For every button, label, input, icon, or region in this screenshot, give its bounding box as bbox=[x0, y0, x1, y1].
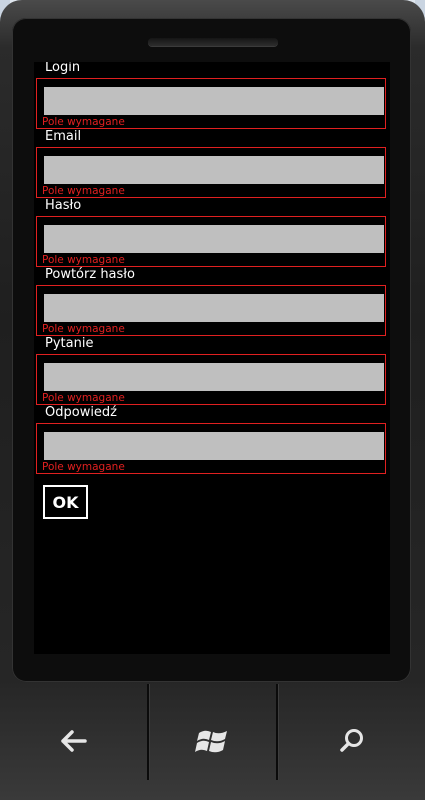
hardware-button-bar bbox=[0, 682, 425, 800]
field-label-repeat-password: Powtórz hasło bbox=[45, 267, 135, 282]
form-group-email: Email Pole wymagane bbox=[34, 129, 390, 201]
form-group-repeat-password: Powtórz hasło Pole wymagane bbox=[34, 267, 390, 339]
field-validation-border: Pole wymagane bbox=[36, 78, 386, 129]
security-answer-input[interactable] bbox=[44, 432, 384, 460]
form-group-answer: Odpowiedź Pole wymagane bbox=[34, 405, 390, 477]
validation-error-answer: Pole wymagane bbox=[42, 461, 125, 473]
validation-error-email: Pole wymagane bbox=[42, 185, 125, 197]
repeat-password-input[interactable] bbox=[44, 294, 384, 322]
validation-error-repeat-password: Pole wymagane bbox=[42, 323, 125, 335]
phone-emulator: Login Pole wymagane Email Pole wymagane … bbox=[0, 0, 425, 800]
speaker-grille bbox=[148, 38, 278, 46]
field-label-email: Email bbox=[45, 129, 82, 144]
login-input[interactable] bbox=[44, 87, 384, 115]
email-input[interactable] bbox=[44, 156, 384, 184]
field-validation-border: Pole wymagane bbox=[36, 216, 386, 267]
security-question-input[interactable] bbox=[44, 363, 384, 391]
ok-button[interactable]: OK bbox=[43, 485, 88, 519]
back-button[interactable] bbox=[0, 682, 148, 800]
search-icon bbox=[339, 729, 363, 752]
validation-error-login: Pole wymagane bbox=[42, 116, 125, 128]
form-group-password: Hasło Pole wymagane bbox=[34, 198, 390, 270]
back-arrow-icon bbox=[61, 730, 87, 752]
field-validation-border: Pole wymagane bbox=[36, 423, 386, 474]
field-label-question: Pytanie bbox=[45, 336, 94, 351]
field-label-answer: Odpowiedź bbox=[45, 405, 118, 420]
form-group-login: Login Pole wymagane bbox=[34, 62, 390, 132]
field-validation-border: Pole wymagane bbox=[36, 147, 386, 198]
validation-error-password: Pole wymagane bbox=[42, 254, 125, 266]
start-button[interactable] bbox=[149, 682, 276, 800]
validation-error-question: Pole wymagane bbox=[42, 392, 125, 404]
field-validation-border: Pole wymagane bbox=[36, 354, 386, 405]
search-button[interactable] bbox=[278, 682, 425, 800]
form-group-question: Pytanie Pole wymagane bbox=[34, 336, 390, 408]
field-label-password: Hasło bbox=[45, 198, 82, 213]
field-validation-border: Pole wymagane bbox=[36, 285, 386, 336]
field-label-login: Login bbox=[45, 62, 81, 75]
password-input[interactable] bbox=[44, 225, 384, 253]
windows-logo-icon bbox=[194, 730, 227, 753]
app-screen: Login Pole wymagane Email Pole wymagane … bbox=[34, 62, 390, 654]
